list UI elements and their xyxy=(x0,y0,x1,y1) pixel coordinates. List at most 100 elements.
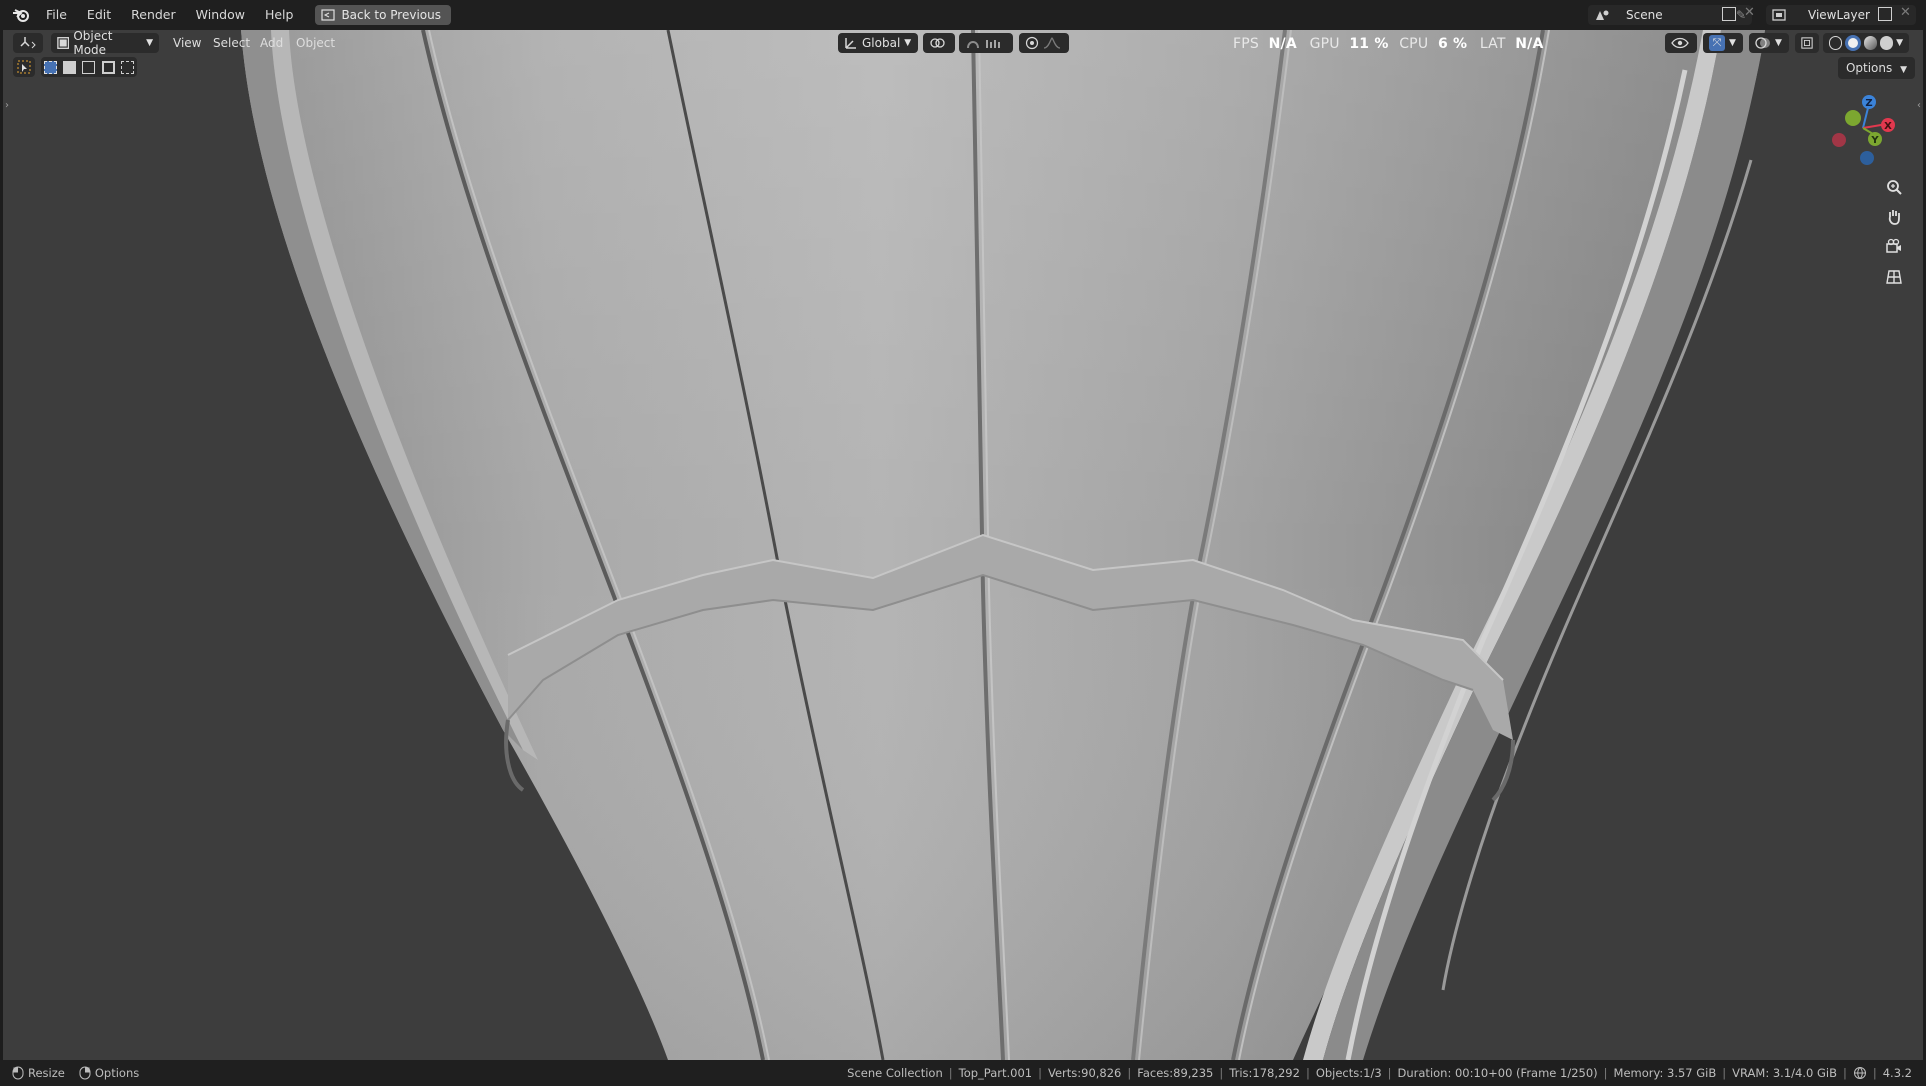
new-scene-icon[interactable] xyxy=(1722,7,1736,21)
proportional-edit-icon xyxy=(1025,36,1039,50)
remove-view-layer-icon[interactable]: ✕ xyxy=(1900,5,1911,20)
stat-duration: Duration: 00:10+00 (Frame 1/250) xyxy=(1397,1066,1598,1080)
lat-value: N/A xyxy=(1515,36,1544,52)
subtract-selection-icon[interactable] xyxy=(82,60,96,74)
collapse-toolbar-arrow-icon[interactable]: › xyxy=(5,100,9,111)
menu-object[interactable]: Object xyxy=(296,33,335,53)
new-view-layer-icon[interactable] xyxy=(1878,7,1892,21)
pivot-point-button[interactable] xyxy=(923,33,955,53)
chevron-down-icon: ▼ xyxy=(146,38,153,48)
falloff-icon xyxy=(1043,37,1061,49)
editor-type-button[interactable] xyxy=(13,33,43,53)
chevron-down-icon: ▼ xyxy=(1896,38,1903,48)
wireframe-shading-icon[interactable] xyxy=(1829,36,1843,50)
gizmo-z-label: Z xyxy=(1865,98,1872,109)
intersect-selection-icon[interactable] xyxy=(120,60,134,74)
overlays-icon xyxy=(1755,37,1770,49)
snapping-controls[interactable] xyxy=(959,33,1013,53)
view-layer-icon xyxy=(1772,9,1786,21)
view-layer-name: ViewLayer xyxy=(1808,8,1870,22)
fps-label: FPS xyxy=(1233,36,1259,52)
stat-vram: VRAM: 3.1/4.0 GiB xyxy=(1732,1066,1837,1080)
view-layer-selector[interactable]: ViewLayer xyxy=(1766,5,1916,25)
chevron-down-icon: ▼ xyxy=(1775,38,1782,48)
menu-select[interactable]: Select xyxy=(213,33,250,53)
3d-viewport[interactable]: Object Mode ▼ View Select Add Object Glo… xyxy=(3,30,1923,1060)
shading-mode-buttons[interactable]: ▼ xyxy=(1823,33,1909,53)
menu-file[interactable]: File xyxy=(36,0,77,30)
menu-help[interactable]: Help xyxy=(255,0,304,30)
zoom-icon[interactable] xyxy=(1880,173,1908,201)
performance-overlay: FPS N/A GPU 11 % CPU 6 % LAT N/A xyxy=(1233,33,1544,55)
editor-type-icon xyxy=(20,37,36,49)
mode-selector[interactable]: Object Mode ▼ xyxy=(51,30,159,57)
visibility-selector[interactable] xyxy=(1665,33,1697,53)
options-label: Options xyxy=(1845,61,1893,75)
back-to-previous-label: Back to Previous xyxy=(341,8,441,22)
top-menu-bar: File Edit Render Window Help Back to Pre… xyxy=(0,0,1926,30)
remove-scene-icon[interactable]: ✕ xyxy=(1744,5,1755,20)
stat-collection: Scene Collection xyxy=(847,1066,943,1080)
chevron-down-icon: ▼ xyxy=(1900,65,1907,75)
menu-view[interactable]: View xyxy=(173,33,201,53)
xray-toggle[interactable] xyxy=(1795,33,1819,53)
back-to-previous-button[interactable]: Back to Previous xyxy=(315,5,451,25)
snap-icon xyxy=(967,41,979,49)
orientation-icon xyxy=(845,38,856,49)
chevron-down-icon: ▼ xyxy=(1729,38,1736,48)
mouse-left-icon xyxy=(12,1066,24,1080)
perspective-grid-icon[interactable] xyxy=(1880,263,1908,291)
gizmo-neg-y xyxy=(1845,110,1861,126)
gizmo-toggle[interactable]: ⤧ ▼ xyxy=(1703,33,1743,53)
network-globe-icon xyxy=(1853,1067,1866,1080)
menu-window[interactable]: Window xyxy=(186,0,255,30)
status-resize: Resize xyxy=(28,1066,65,1080)
viewport-header: Object Mode ▼ View Select Add Object Glo… xyxy=(3,30,1923,57)
pan-hand-icon[interactable] xyxy=(1880,203,1908,231)
chevron-down-icon: ▼ xyxy=(904,38,912,48)
gizmo-x-label: X xyxy=(1884,121,1892,132)
rendered-shading-icon[interactable] xyxy=(1879,36,1894,50)
selection-mode-buttons[interactable] xyxy=(41,57,137,77)
menu-add[interactable]: Add xyxy=(260,33,283,53)
solid-shading-icon[interactable] xyxy=(1845,35,1861,51)
mouse-right-icon xyxy=(79,1066,91,1080)
options-button[interactable]: Options ▼ xyxy=(1837,57,1915,79)
mesh-object[interactable] xyxy=(3,30,1923,1060)
status-options: Options xyxy=(94,1066,140,1080)
fps-value: N/A xyxy=(1268,36,1297,52)
scene-name: Scene xyxy=(1626,8,1663,22)
menu-render[interactable]: Render xyxy=(121,0,186,30)
mode-label: Object Mode xyxy=(73,30,113,57)
snap-increment-icon xyxy=(986,40,1000,48)
menu-edit[interactable]: Edit xyxy=(77,0,121,30)
xray-icon xyxy=(1801,37,1813,49)
collapse-sidebar-arrow-icon[interactable]: ‹ xyxy=(1917,100,1921,111)
select-tool-icon[interactable] xyxy=(13,57,35,77)
extend-selection-icon[interactable] xyxy=(63,60,77,74)
gpu-label: GPU xyxy=(1309,36,1340,52)
gizmo-neg-z xyxy=(1860,151,1874,165)
gizmo-y-label: Y xyxy=(1870,135,1879,146)
navigation-gizmo[interactable]: Z X Y xyxy=(1823,88,1903,168)
set-new-selection-icon[interactable] xyxy=(44,60,58,74)
gizmo-neg-x xyxy=(1832,133,1846,147)
camera-view-icon[interactable] xyxy=(1880,233,1908,261)
transform-orientation-selector[interactable]: Global ▼ xyxy=(838,33,918,53)
overlays-toggle[interactable]: ▼ xyxy=(1749,33,1789,53)
orientation-label: Global xyxy=(862,36,901,50)
invert-selection-icon[interactable] xyxy=(101,60,115,74)
scene-icon xyxy=(1596,10,1609,20)
stat-memory: Memory: 3.57 GiB xyxy=(1613,1066,1717,1080)
blender-logo-icon[interactable] xyxy=(10,4,32,26)
stat-version: 4.3.2 xyxy=(1882,1066,1912,1080)
material-preview-icon[interactable] xyxy=(1863,36,1877,50)
cpu-label: CPU xyxy=(1399,36,1429,52)
eye-icon xyxy=(1671,37,1689,49)
lat-label: LAT xyxy=(1479,36,1506,52)
stat-tris: Tris:178,292 xyxy=(1229,1066,1300,1080)
gizmo-icon: ⤧ xyxy=(1709,35,1725,51)
back-icon xyxy=(321,9,336,21)
status-bar: Resize Options Scene Collection | Top_Par… xyxy=(0,1060,1926,1086)
proportional-editing-controls[interactable] xyxy=(1019,33,1069,53)
